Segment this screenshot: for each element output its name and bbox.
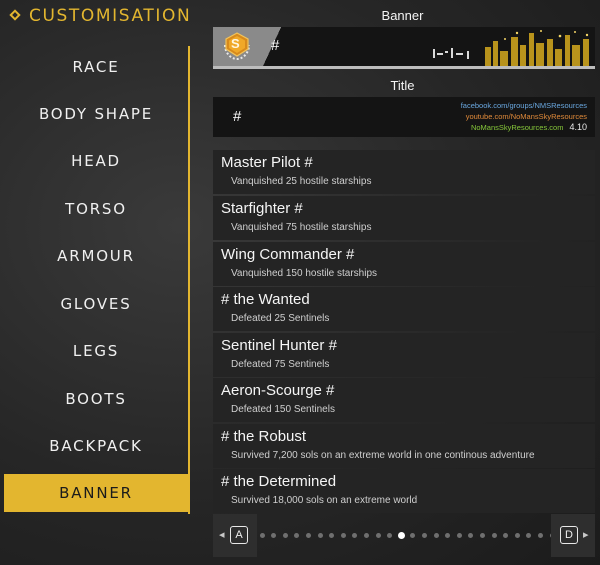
title-name: Master Pilot # — [221, 154, 313, 171]
title-name: Wing Commander # — [221, 246, 355, 263]
pager-dot[interactable] — [433, 533, 439, 538]
title-name: Starfighter # — [221, 200, 303, 217]
watermark-youtube: youtube.com/NoMansSkyResources — [465, 112, 587, 121]
title-list-item[interactable]: Aeron-Scourge # Defeated 150 Sentinels — [213, 378, 595, 422]
title-description: Defeated 25 Sentinels — [231, 313, 330, 324]
pager-dot[interactable] — [363, 533, 369, 538]
pager-dot[interactable] — [526, 533, 532, 538]
title-list-item[interactable]: # the Determined Survived 18,000 sols on… — [213, 469, 595, 513]
pager-dots — [259, 514, 555, 557]
sidebar-item-head[interactable]: HEAD — [4, 142, 188, 180]
sidebar-item-armour[interactable]: ARMOUR — [4, 237, 188, 275]
title-name: Sentinel Hunter # — [221, 337, 337, 354]
title-section-label: Title — [390, 78, 415, 93]
pager-dot[interactable] — [294, 533, 300, 538]
pager-dot[interactable] — [329, 533, 335, 538]
banner-city-art — [425, 27, 595, 66]
next-page-button[interactable]: D ▸ — [551, 514, 595, 557]
page-header: CUSTOMISATION — [0, 0, 205, 34]
badge-letter: S — [231, 36, 240, 51]
pager-dot[interactable] — [445, 533, 451, 538]
sidebar-item-gloves[interactable]: GLOVES — [4, 285, 188, 323]
pager-dot[interactable] — [259, 533, 265, 538]
pager-dot[interactable] — [491, 533, 497, 538]
title-name: Aeron-Scourge # — [221, 382, 335, 399]
pager-dot[interactable] — [352, 533, 358, 538]
sidebar-item-label: GLOVES — [60, 295, 132, 313]
watermark: facebook.com/groups/NMSResources youtube… — [461, 100, 587, 133]
pager-dot[interactable] — [410, 533, 416, 538]
pager-dot[interactable] — [468, 533, 474, 538]
banner-text: # — [271, 37, 280, 54]
pager-dot[interactable] — [305, 533, 311, 538]
title-preview[interactable]: # facebook.com/groups/NMSResources youtu… — [213, 97, 595, 137]
sidebar-item-race[interactable]: RACE — [4, 48, 188, 86]
sidebar-item-label: ARMOUR — [57, 247, 135, 265]
title-text: # — [233, 108, 242, 125]
sidebar-item-label: LEGS — [72, 342, 120, 360]
title-description: Survived 18,000 sols on an extreme world — [231, 495, 418, 506]
title-list-item[interactable]: # the Wanted Defeated 25 Sentinels — [213, 287, 595, 331]
pager-dot[interactable] — [340, 533, 346, 538]
pager-dot[interactable] — [317, 533, 323, 538]
sidebar-item-legs[interactable]: LEGS — [4, 332, 188, 370]
pager-dot[interactable] — [271, 533, 277, 538]
title-list-item[interactable]: Starfighter # Vanquished 75 hostile star… — [213, 196, 595, 240]
banner-section-label: Banner — [381, 8, 424, 23]
title-description: Vanquished 25 hostile starships — [231, 176, 372, 187]
sidebar-item-label: TORSO — [65, 200, 127, 218]
title-list-item[interactable]: # the Robust Survived 7,200 sols on an e… — [213, 424, 595, 468]
title-description: Defeated 150 Sentinels — [231, 404, 335, 415]
sidebar-item-label: HEAD — [71, 152, 121, 170]
sidebar-item-label: BANNER — [59, 484, 133, 502]
pager-dot[interactable] — [421, 533, 427, 538]
pager-dot[interactable] — [387, 533, 393, 538]
page-title: CUSTOMISATION — [29, 6, 192, 26]
watermark-facebook: facebook.com/groups/NMSResources — [460, 101, 587, 110]
sidebar-item-label: BOOTS — [65, 390, 127, 408]
sidebar-item-torso[interactable]: TORSO — [4, 190, 188, 228]
pager-dot[interactable] — [503, 533, 509, 538]
pager-dot[interactable] — [514, 533, 520, 538]
sidebar-item-label: BODY SHAPE — [38, 105, 154, 123]
watermark-website: NoMansSkyResources.com — [470, 123, 564, 132]
title-description: Vanquished 75 hostile starships — [231, 222, 372, 233]
sidebar-item-backpack[interactable]: BACKPACK — [4, 427, 188, 465]
diamond-icon — [9, 9, 21, 21]
sidebar-item-label: RACE — [72, 58, 120, 76]
sidebar-divider — [188, 46, 190, 514]
title-list-item[interactable]: Wing Commander # Vanquished 150 hostile … — [213, 242, 595, 286]
pager-dot[interactable] — [537, 533, 543, 538]
chevron-left-icon: ◂ — [219, 529, 225, 541]
pager-dot[interactable] — [456, 533, 462, 538]
title-list-item[interactable]: Master Pilot # Vanquished 25 hostile sta… — [213, 150, 595, 194]
title-name: # the Wanted — [221, 291, 310, 308]
sidebar-item-body-shape[interactable]: BODY SHAPE — [4, 95, 188, 133]
key-d-icon: D — [560, 526, 578, 544]
chevron-right-icon: ▸ — [583, 529, 589, 541]
title-description: Defeated 75 Sentinels — [231, 359, 330, 370]
title-description: Survived 7,200 sols on an extreme world … — [231, 450, 535, 461]
key-a-icon: A — [230, 526, 248, 544]
pager: ◂ A D ▸ — [213, 514, 595, 557]
pager-dot[interactable] — [397, 532, 405, 539]
pager-dot[interactable] — [282, 533, 288, 538]
title-description: Vanquished 150 hostile starships — [231, 268, 378, 279]
pager-dot[interactable] — [375, 533, 381, 538]
sidebar-item-banner[interactable]: BANNER — [4, 474, 188, 512]
title-name: # the Robust — [221, 428, 307, 445]
banner-preview[interactable]: S # — [213, 27, 595, 69]
prev-page-button[interactable]: ◂ A — [213, 514, 257, 557]
title-name: # the Determined — [221, 473, 337, 490]
watermark-version: 4.10 — [569, 122, 587, 132]
sidebar-item-label: BACKPACK — [49, 437, 143, 455]
sidebar-item-boots[interactable]: BOOTS — [4, 380, 188, 418]
pager-dot[interactable] — [479, 533, 485, 538]
title-list-item[interactable]: Sentinel Hunter # Defeated 75 Sentinels — [213, 333, 595, 377]
